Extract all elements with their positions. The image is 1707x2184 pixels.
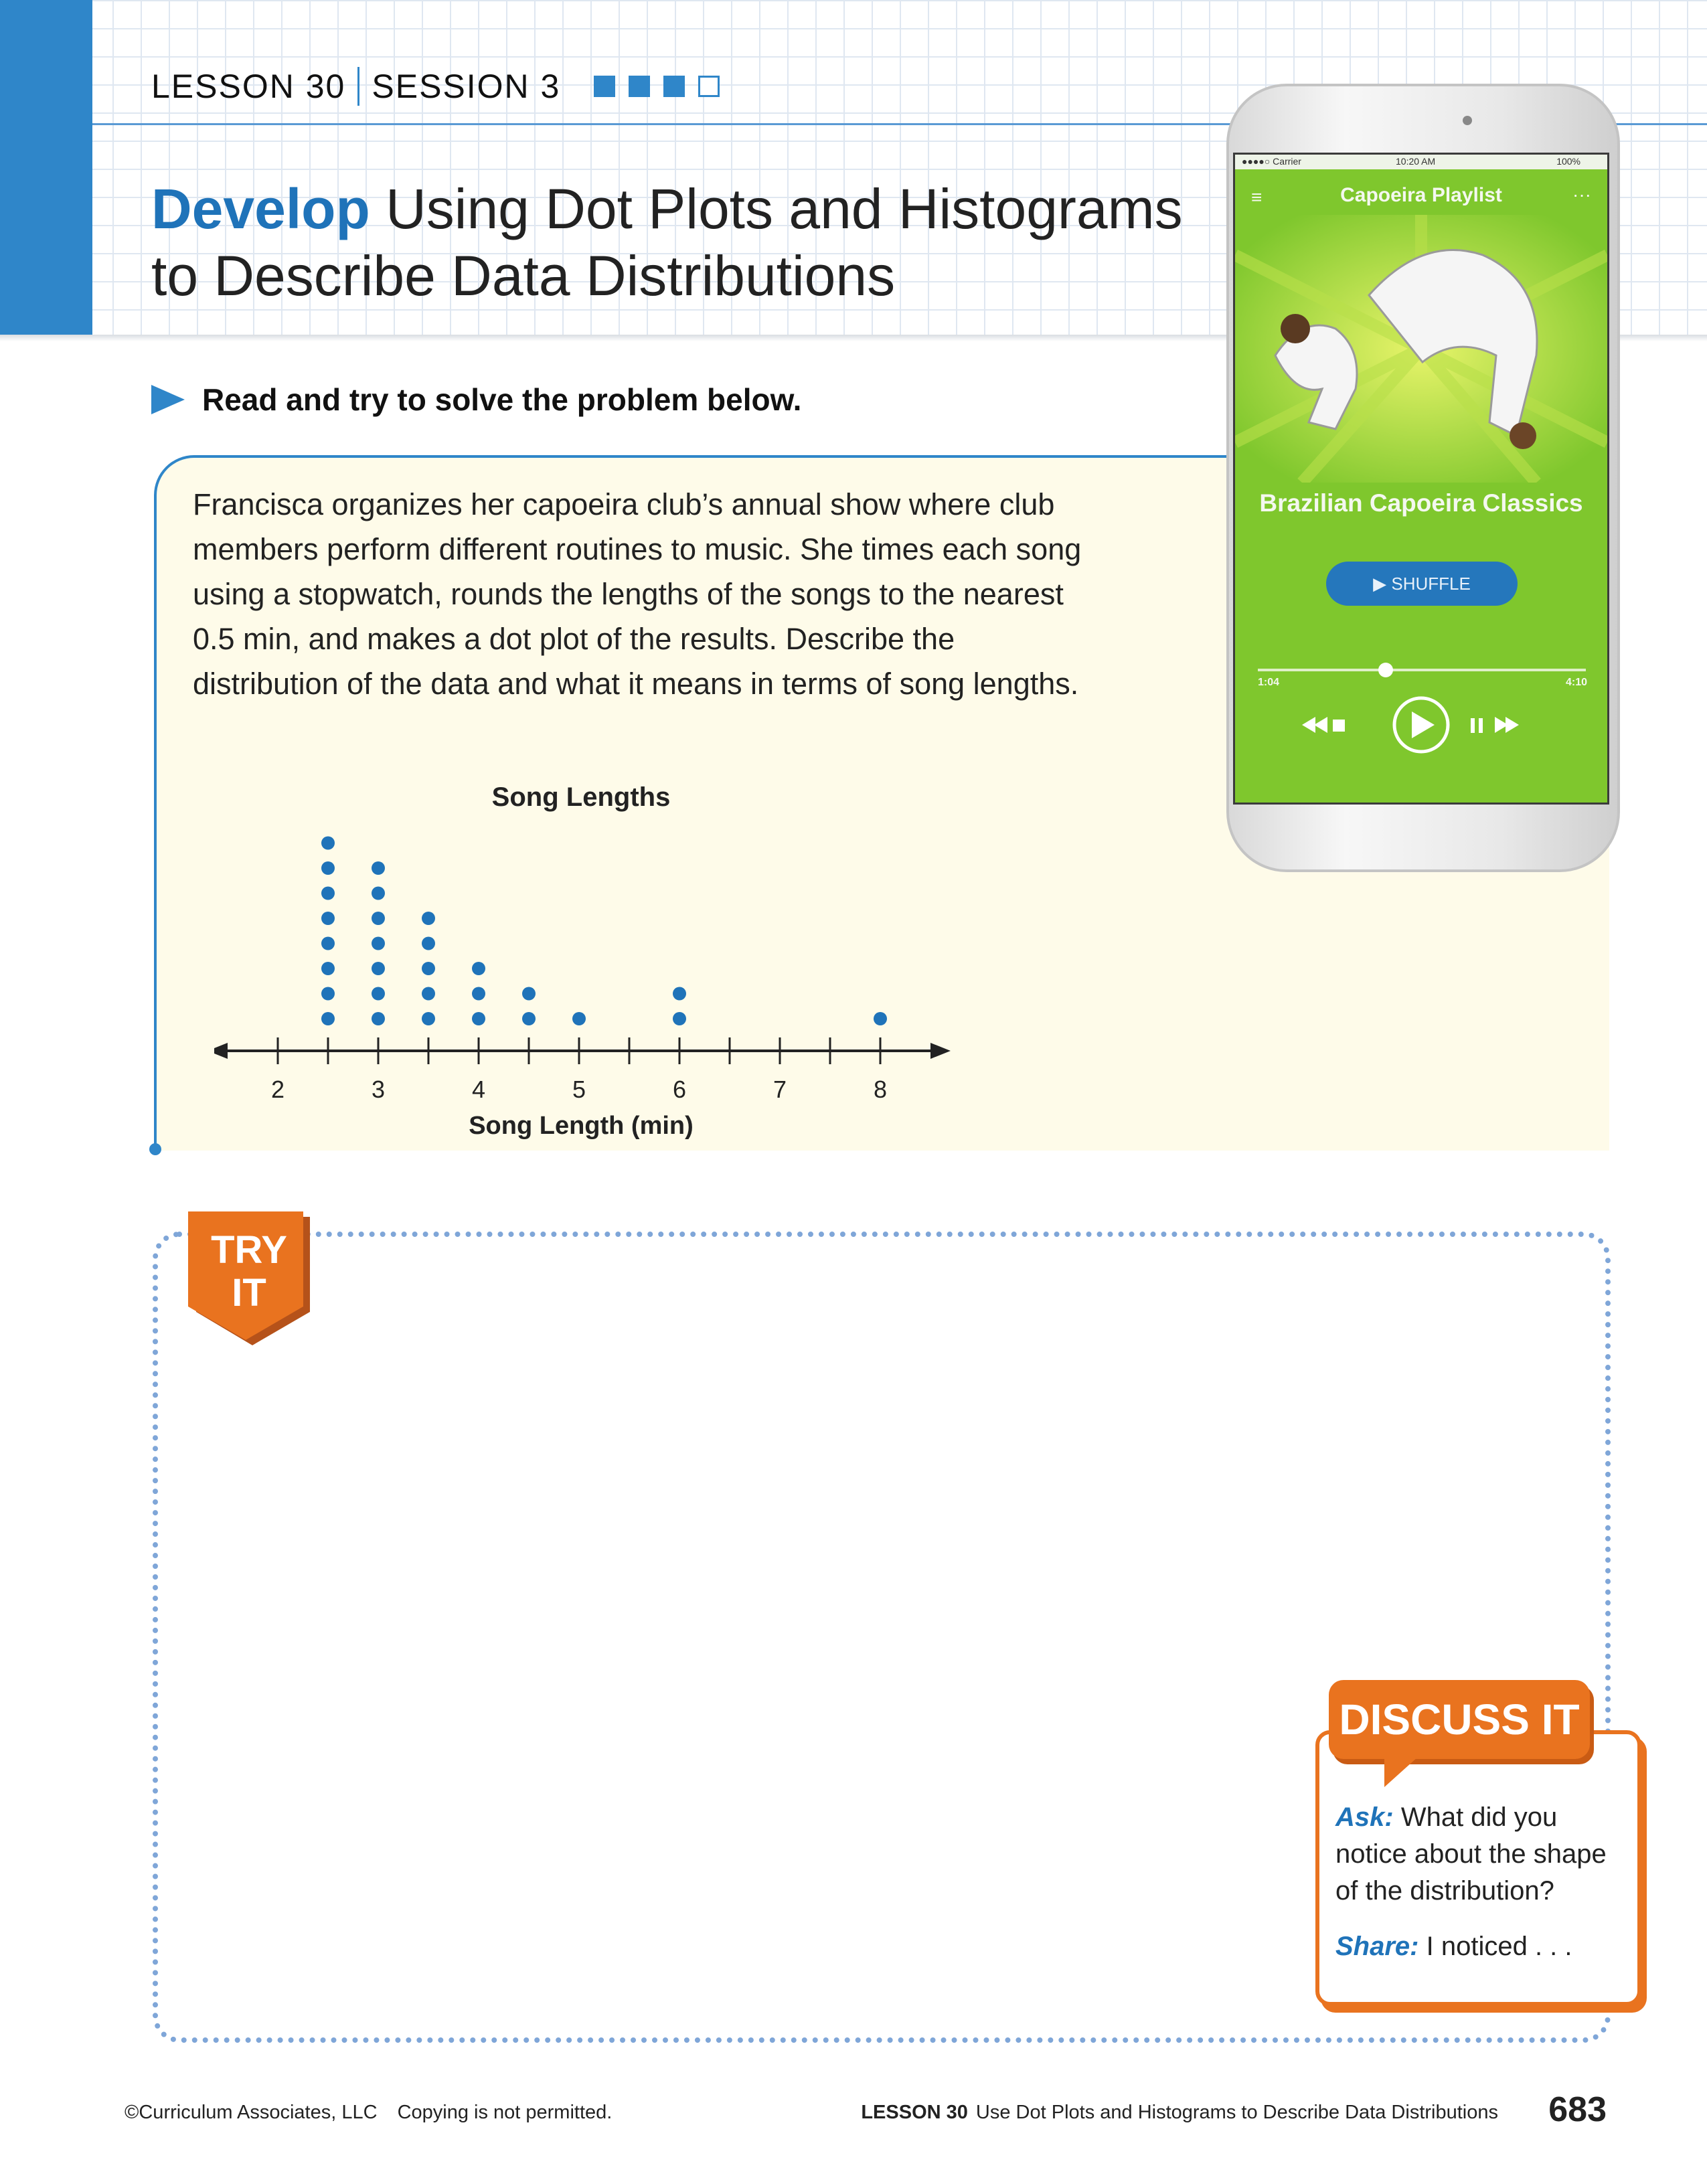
data-dot: [321, 912, 335, 925]
battery-label: 100%: [1556, 156, 1580, 167]
data-dot: [372, 962, 385, 975]
playlist-title: Capoeira Playlist: [1340, 184, 1502, 206]
discuss-it-prompt: Ask: What did you notice about the shape…: [1335, 1799, 1623, 1965]
clock-label: 10:20 AM: [1396, 156, 1436, 167]
title-line2: to Describe Data Distributions: [151, 244, 896, 307]
data-dot: [372, 936, 385, 950]
tick-label: 7: [773, 1076, 787, 1103]
speech-bubble-tail: [1384, 1757, 1418, 1787]
tick-label: 8: [874, 1076, 887, 1103]
data-dot: [372, 912, 385, 925]
footer-copyright: ©Curriculum Associates, LLC Copying is no…: [125, 2102, 612, 2124]
instruction-text: Read and try to solve the problem below.: [202, 382, 802, 417]
data-dot: [422, 987, 435, 1001]
dot-plot-song-lengths: Song Lengths 2 3 4 5 6 7 8 Song Length (min): [214, 782, 951, 1140]
shuffle-button[interactable]: ▶ SHUFFLE: [1326, 562, 1518, 606]
lesson-separator: [357, 67, 360, 106]
playback-scrubber[interactable]: [1378, 663, 1393, 677]
title-develop: Develop: [151, 177, 370, 240]
album-title: Brazilian Capoeira Classics: [1259, 489, 1583, 517]
lesson-session-label: LESSON 30 SESSION 3: [151, 67, 720, 106]
problem-text: Francisca organizes her capoeira club’s …: [193, 487, 1082, 701]
progress-square-empty: [698, 76, 720, 97]
data-dot: [321, 962, 335, 975]
data-dot: [874, 1012, 887, 1025]
instruction: Read and try to solve the problem below.: [151, 382, 801, 418]
data-dot: [321, 886, 335, 900]
data-dot: [372, 886, 385, 900]
number-line-axis: 2 3 4 5 6 7 8: [214, 1037, 951, 1103]
lesson-label: LESSON 30: [151, 68, 346, 105]
data-dot: [472, 987, 485, 1001]
ask-label: Ask:: [1335, 1802, 1394, 1832]
more-icon[interactable]: ···: [1572, 184, 1591, 205]
data-dot: [321, 861, 335, 875]
fast-forward-icon[interactable]: [1471, 717, 1519, 733]
footer-lesson-label: LESSON 30: [861, 2102, 968, 2123]
arrow-right-icon: [151, 385, 185, 414]
session-progress: [594, 76, 720, 97]
data-dot: [321, 1012, 335, 1025]
footer-lesson: LESSON 30 Use Dot Plots and Histograms to…: [861, 2102, 1498, 2124]
data-dot: [321, 987, 335, 1001]
copyright-text: ©Curriculum Associates, LLC: [125, 2102, 378, 2123]
data-dot: [422, 1012, 435, 1025]
play-icon[interactable]: [1392, 696, 1450, 754]
phone-camera: [1463, 116, 1472, 125]
ask-prompt: Ask: What did you notice about the shape…: [1335, 1799, 1623, 1910]
try-it-label: TRY IT: [188, 1229, 310, 1315]
carrier-label: ●●●●○ Carrier: [1242, 156, 1301, 167]
tick-label: 2: [271, 1076, 284, 1103]
data-dot: [372, 861, 385, 875]
data-dot: [522, 1012, 536, 1025]
footer-lesson-title: Use Dot Plots and Histograms to Describe…: [975, 2102, 1498, 2123]
data-dot: [673, 1012, 686, 1025]
rewind-icon[interactable]: [1302, 717, 1345, 733]
page-number: 683: [1548, 2090, 1607, 2129]
problem-box-endpoint: [149, 1143, 161, 1155]
data-dot: [422, 962, 435, 975]
data-dot: [673, 987, 686, 1001]
page-title: Develop Using Dot Plots and Histograms t…: [151, 175, 1183, 309]
share-text: I noticed . . .: [1418, 1932, 1572, 1961]
capoeira-dancers-image: [1235, 215, 1607, 483]
playback-progress-bar[interactable]: [1258, 663, 1586, 677]
data-dot: [572, 1012, 586, 1025]
phone-screen: ●●●●○ Carrier 10:20 AM 100% ≡ Capoeira P…: [1233, 153, 1609, 805]
data-dot: [522, 987, 536, 1001]
tick-label: 4: [472, 1076, 485, 1103]
header-blue-tab: [0, 0, 92, 335]
total-time: 4:10: [1565, 677, 1587, 688]
session-label: SESSION 3: [372, 68, 561, 105]
data-dot: [321, 836, 335, 850]
playback-controls: [1302, 696, 1519, 754]
data-dot: [372, 1012, 385, 1025]
try-it-line2: IT: [232, 1271, 266, 1315]
phone-status-bar: ●●●●○ Carrier 10:20 AM 100%: [1235, 155, 1607, 169]
axis-arrow-right-icon: [930, 1043, 951, 1059]
title-line1: Using Dot Plots and Histograms: [370, 177, 1183, 240]
data-dot: [422, 936, 435, 950]
copy-notice: Copying is not permitted.: [397, 2102, 613, 2123]
progress-square-filled: [594, 76, 616, 97]
data-dot: [472, 1012, 485, 1025]
data-dot: [372, 987, 385, 1001]
axis-arrow-left-icon: [214, 1043, 228, 1059]
dot-series: [321, 836, 887, 1025]
tick-label: 6: [673, 1076, 686, 1103]
tick-label: 5: [572, 1076, 586, 1103]
progress-square-filled: [663, 76, 685, 97]
x-axis-label: Song Length (min): [469, 1112, 694, 1140]
chart-title: Song Lengths: [492, 782, 671, 812]
progress-square-filled: [629, 76, 651, 97]
data-dot: [321, 936, 335, 950]
try-it-line1: TRY: [211, 1228, 287, 1272]
elapsed-time: 1:04: [1258, 677, 1280, 688]
data-dot: [422, 912, 435, 925]
share-label: Share:: [1335, 1932, 1419, 1961]
share-prompt: Share: I noticed . . .: [1335, 1928, 1623, 1965]
tick-label: 3: [372, 1076, 385, 1103]
discuss-it-title: DISCUSS IT: [1339, 1695, 1580, 1744]
data-dot: [472, 962, 485, 975]
